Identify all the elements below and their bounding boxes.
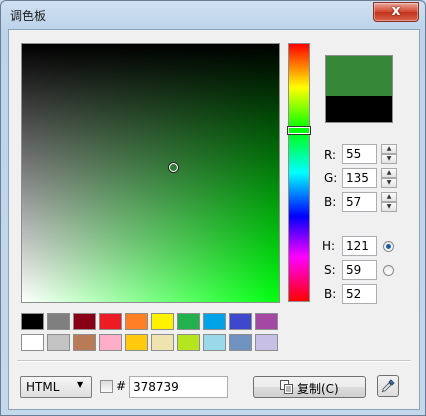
spin-up-icon[interactable]: ▲ [381,192,397,202]
eyedropper-icon [381,379,395,396]
close-icon: x [391,3,401,19]
color-swatch[interactable] [203,313,226,330]
red-label: R: [324,148,337,162]
color-swatch[interactable] [21,313,44,330]
spin-down-icon[interactable]: ▼ [381,178,397,188]
red-input[interactable]: 55 [342,144,377,164]
close-button[interactable]: x [373,2,419,22]
blue-label: B: [324,195,337,209]
color-swatch[interactable] [177,313,200,330]
brightness-input[interactable]: 52 [342,284,377,304]
separator [17,360,411,362]
color-swatch[interactable] [47,334,70,351]
color-swatch[interactable] [255,334,278,351]
saturation-mode-radio[interactable] [383,265,394,276]
saturation-brightness-field[interactable] [21,43,280,303]
green-spinner[interactable]: ▲ ▼ [381,168,397,188]
color-swatch[interactable] [125,334,148,351]
saturation-label: S: [324,263,336,277]
hash-checkbox[interactable] [100,380,113,393]
color-swatch[interactable] [177,334,200,351]
color-swatch[interactable] [229,334,252,351]
red-spinner[interactable]: ▲ ▼ [381,144,397,164]
hue-input[interactable]: 121 [342,236,377,256]
color-swatch[interactable] [151,313,174,330]
color-swatch[interactable] [151,334,174,351]
saturation-input[interactable]: 59 [342,260,377,280]
dialog-body: R: 55 ▲ ▼ G: 135 ▲ ▼ B: 57 ▲ ▼ H: 121 S:… [8,29,420,410]
copy-button-label: 复制(C) [297,382,339,396]
format-select-value: HTML [26,380,60,394]
new-color-preview [326,56,392,96]
brightness-label: B: [324,287,337,301]
window-title: 调色板 [10,9,47,23]
spin-down-icon[interactable]: ▼ [381,202,397,212]
color-swatch[interactable] [99,334,122,351]
spin-up-icon[interactable]: ▲ [381,144,397,154]
color-preview [325,55,393,123]
hex-input[interactable]: 378739 [129,376,228,398]
hash-label: # [116,379,127,393]
format-select[interactable]: HTML ▼ [20,376,92,398]
brightness-gradient [22,44,279,302]
blue-input[interactable]: 57 [342,192,377,212]
color-swatch[interactable] [73,313,96,330]
copy-icon [280,380,293,397]
spin-up-icon[interactable]: ▲ [381,168,397,178]
color-swatch[interactable] [47,313,70,330]
color-swatch[interactable] [99,313,122,330]
color-swatch[interactable] [21,334,44,351]
copy-button[interactable]: 复制(C) [253,376,366,398]
hue-label: H: [322,239,336,253]
title-bar[interactable]: 调色板 x [1,1,425,29]
color-picker-window: 调色板 x R: 55 ▲ ▼ G: 135 ▲ ▼ B: 57 ▲ ▼ H: … [0,0,426,416]
green-label: G: [324,171,338,185]
color-swatch[interactable] [203,334,226,351]
color-swatch[interactable] [73,334,96,351]
hue-slider[interactable] [287,43,311,302]
blue-spinner[interactable]: ▲ ▼ [381,192,397,212]
original-color-preview [326,96,392,122]
color-swatch[interactable] [255,313,278,330]
color-swatch[interactable] [229,313,252,330]
color-swatch[interactable] [125,313,148,330]
chevron-down-icon: ▼ [77,380,84,389]
hue-mode-radio[interactable] [383,241,394,252]
eyedropper-button[interactable] [377,375,399,397]
hue-slider-handle[interactable] [287,125,311,135]
green-input[interactable]: 135 [342,168,377,188]
spin-down-icon[interactable]: ▼ [381,154,397,164]
